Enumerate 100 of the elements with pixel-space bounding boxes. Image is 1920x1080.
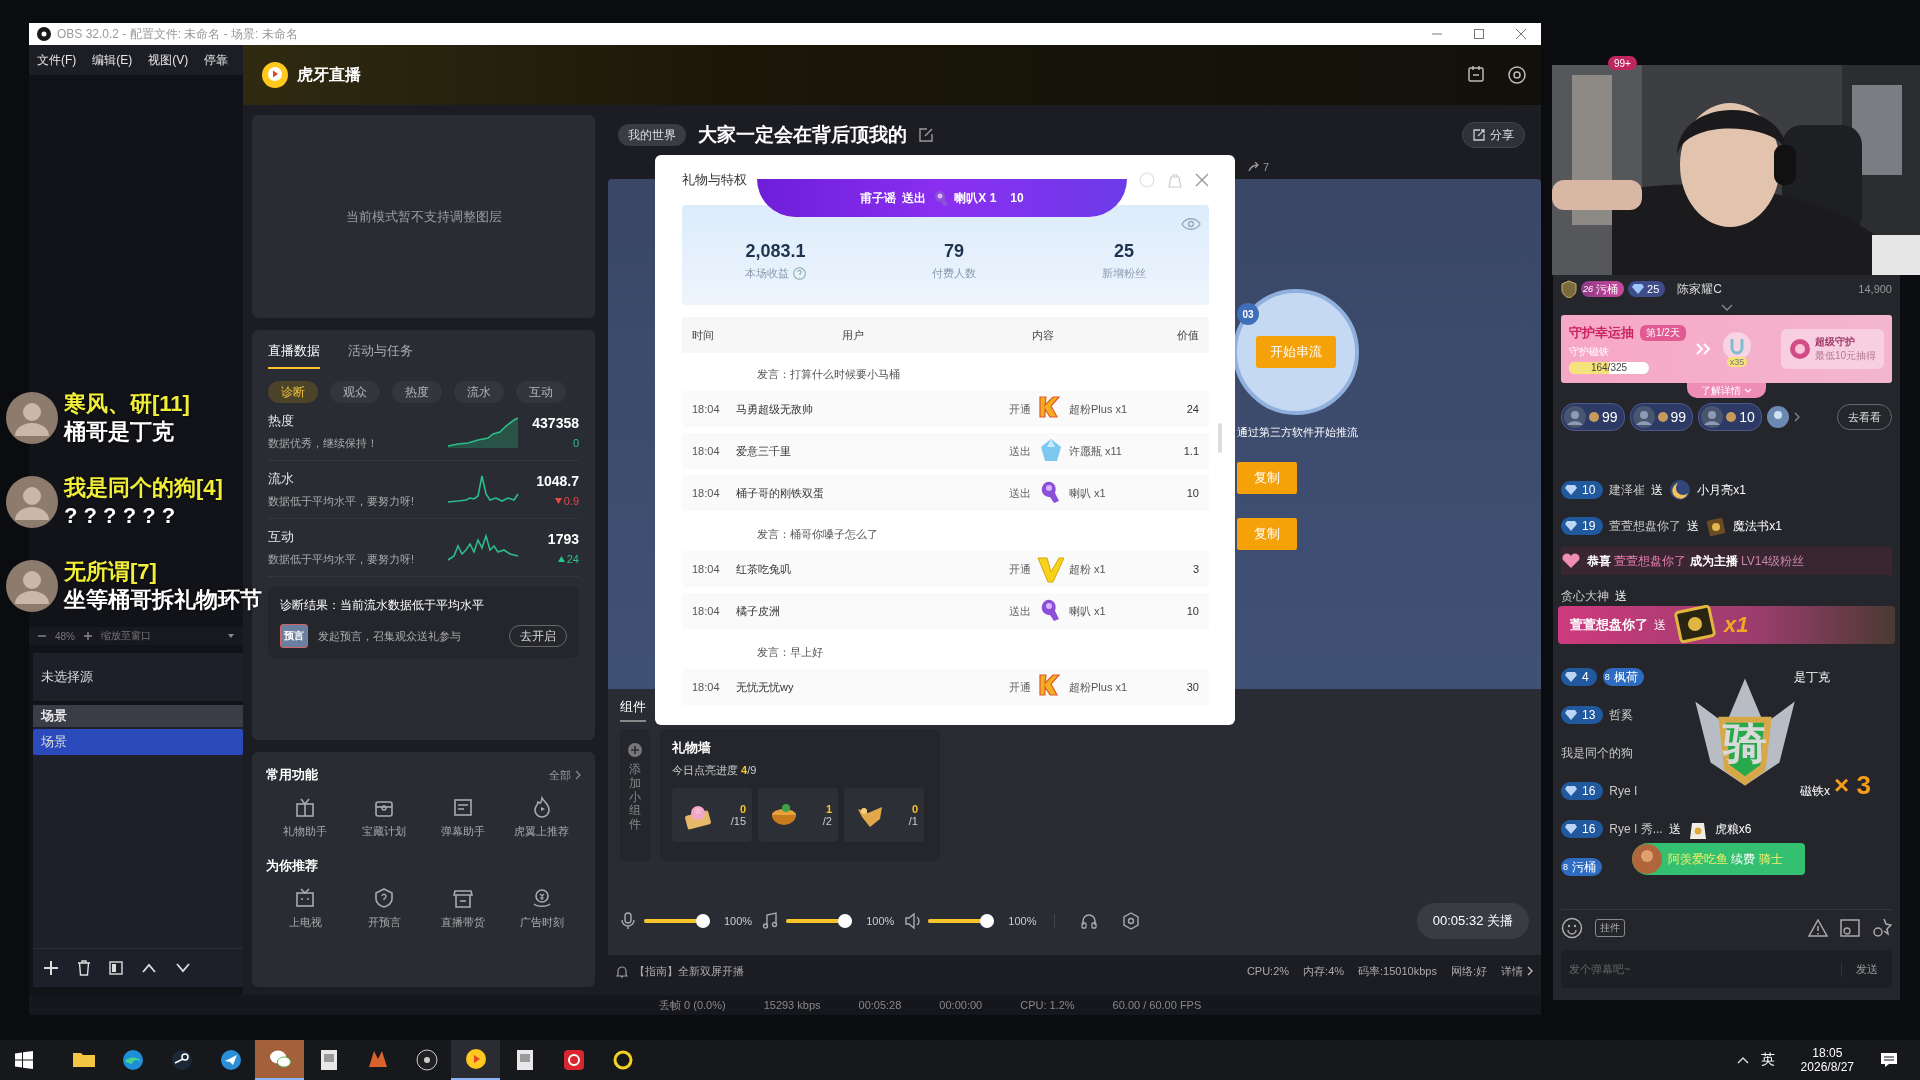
status-text: 网络:好	[1450, 963, 1487, 979]
close-icon[interactable]	[1515, 28, 1527, 40]
viewer-pill[interactable]: 99	[1561, 403, 1625, 431]
user-name: 建泽崔	[1609, 481, 1646, 499]
start-icon[interactable]	[15, 1051, 33, 1069]
filter-chip[interactable]: 流水	[454, 381, 504, 403]
filter-chip[interactable]: 互动	[516, 381, 566, 403]
settings-icon[interactable]	[1507, 65, 1527, 85]
function-button[interactable]: 礼物助手	[266, 796, 345, 839]
settings-icon[interactable]	[1123, 912, 1140, 930]
add-widget-button[interactable]: 添加小组件	[620, 729, 650, 861]
tab[interactable]: 直播数据	[268, 342, 320, 369]
input-method[interactable]: 英	[1760, 1051, 1775, 1069]
gem-icon	[1565, 672, 1577, 682]
zoom-mode[interactable]: 缩放至窗口	[101, 629, 151, 643]
zoom-in-icon[interactable]	[83, 631, 93, 641]
banner-verb: 送	[1654, 616, 1666, 634]
speaker-icon[interactable]	[904, 912, 921, 930]
warning-icon[interactable]	[1808, 919, 1828, 937]
share-count: 7	[1248, 161, 1270, 173]
share-button[interactable]: 分享	[1462, 122, 1525, 148]
level-badge: 16	[1561, 820, 1604, 838]
notification-icon[interactable]	[1880, 1052, 1898, 1068]
level-badge: 25	[1628, 281, 1666, 297]
filter-chip[interactable]: 热度	[392, 381, 442, 403]
gift-count: 0	[911, 803, 918, 815]
add-icon[interactable]	[43, 960, 59, 976]
filter-icon[interactable]	[109, 961, 123, 975]
maximize-icon[interactable]	[1473, 28, 1485, 40]
metric-name: 互动	[268, 528, 295, 546]
volume-value: 100%	[866, 915, 895, 927]
mic-icon[interactable]	[620, 912, 636, 930]
prophecy-badge: 预言	[280, 624, 308, 648]
metric-name: 热度	[268, 412, 295, 430]
fan-badge: 8 枫荷	[1602, 668, 1644, 686]
v-badge-icon	[1037, 555, 1065, 583]
menu-item[interactable]: 停靠	[204, 51, 229, 69]
tab[interactable]: 活动与任务	[348, 342, 413, 369]
stat-label: 新增粉丝	[1102, 266, 1146, 281]
guide-text[interactable]: 【指南】全新双屏开播	[616, 963, 744, 979]
chevron-up-icon[interactable]	[1736, 1056, 1749, 1064]
end-stream-button[interactable]: 00:05:32 关播	[1416, 903, 1529, 939]
coin-icon	[1726, 412, 1737, 422]
comment-text: 发言：早上好	[757, 644, 823, 660]
viewer-pill[interactable]: 99	[1629, 403, 1694, 431]
function-button[interactable]: 广告时刻	[502, 887, 581, 930]
function-button[interactable]: 直播带货	[423, 887, 503, 930]
calendar-icon[interactable]	[1467, 65, 1485, 83]
headset-icon[interactable]	[1081, 913, 1098, 929]
caret-icon[interactable]	[227, 632, 235, 640]
diagnosis-result: 诊断结果：当前流水数据低于平均水平	[280, 597, 485, 614]
category-tag[interactable]: 我的世界	[618, 124, 686, 146]
chat-input[interactable]: 发个弹幕吧~ 发送	[1561, 950, 1892, 988]
multiplier-text: × 3	[1834, 770, 1871, 801]
question-icon	[373, 887, 396, 909]
function-button[interactable]: 宝藏计划	[344, 796, 424, 839]
volume-value: 100%	[1008, 915, 1037, 927]
menu-item[interactable]: 文件(F)	[37, 51, 77, 69]
multiplier-badge: x35	[1726, 357, 1748, 367]
clock[interactable]: 18:05 2026/8/27	[1800, 1046, 1854, 1074]
message-text: ? ? ? ? ? ?	[64, 502, 177, 530]
tiger-logo-icon	[261, 61, 289, 89]
level-badge: 19	[1561, 517, 1604, 535]
function-button[interactable]: 开预言	[344, 887, 424, 930]
music-icon[interactable]	[762, 912, 779, 930]
diagnosis-tip: 发起预言，召集观众送礼参与	[318, 628, 461, 644]
trash-icon[interactable]	[77, 960, 91, 976]
item-cell-text: 喇叭 x1	[1069, 603, 1107, 619]
viewer-pill[interactable]: 10	[1698, 403, 1762, 431]
moon-gift-icon	[1669, 479, 1692, 501]
scene-item[interactable]: 场景	[33, 729, 243, 755]
pendant-button[interactable]: 挂件	[1595, 919, 1625, 937]
status-text: 00:00:00	[939, 999, 983, 1011]
emoji-icon[interactable]	[1561, 917, 1583, 939]
expand-icon[interactable]	[1720, 304, 1733, 312]
filter-chip[interactable]: 观众	[330, 381, 380, 403]
close-icon[interactable]	[1195, 173, 1209, 187]
push-hint: 通过第三方软件开始推流	[1237, 425, 1358, 440]
send-button[interactable]: 发送	[1841, 961, 1892, 977]
move-up-icon[interactable]	[141, 963, 157, 973]
taskbar-app[interactable]	[451, 1040, 500, 1080]
view-all-link[interactable]: 全部	[549, 767, 581, 783]
status-text: 00:05:28	[858, 999, 902, 1011]
sparkline-chart	[448, 473, 520, 506]
edit-icon[interactable]	[919, 128, 933, 142]
filter-chip[interactable]: 诊断	[268, 381, 318, 403]
function-button[interactable]: 弹幕助手	[423, 796, 503, 839]
function-button[interactable]: 虎翼上推荐	[502, 796, 581, 839]
menu-item[interactable]: 编辑(E)	[92, 51, 133, 69]
function-button[interactable]: 上电视	[266, 887, 345, 930]
avatar	[6, 476, 58, 528]
details-link[interactable]: 详情	[1501, 963, 1533, 979]
notice-text: 当前模式暂不支持调整图层	[345, 207, 502, 226]
tab[interactable]: 组件	[620, 690, 646, 722]
move-down-icon[interactable]	[175, 963, 191, 973]
level-badge: 4	[1561, 668, 1597, 686]
action-cell: 送出	[1009, 603, 1031, 619]
metric-note: 数据优秀，继续保持！	[268, 436, 379, 451]
menu-item[interactable]: 视图(V)	[148, 51, 189, 69]
host-score: 14,900	[1858, 283, 1892, 295]
